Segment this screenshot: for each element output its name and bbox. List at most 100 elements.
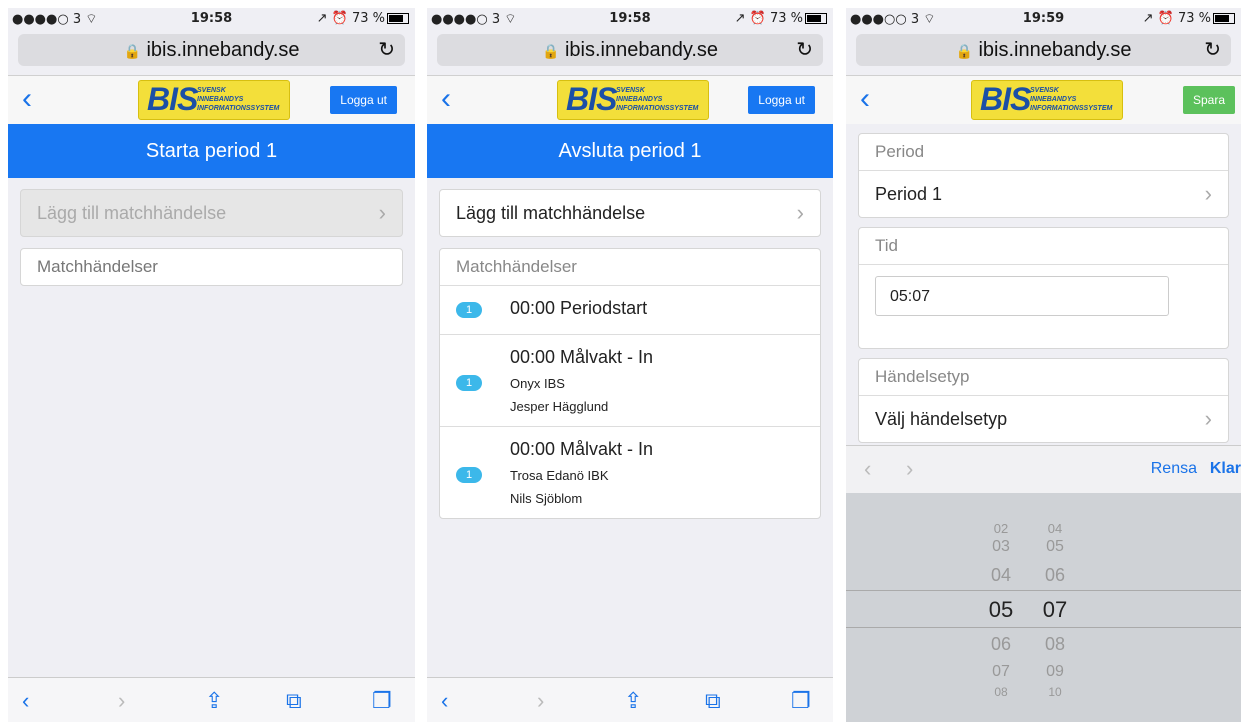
tabs-icon[interactable]: ❐ [372,688,392,714]
reload-icon[interactable]: ↻ [796,34,813,66]
done-button[interactable]: Klar [1210,460,1241,478]
end-period-button[interactable]: Avsluta period 1 [427,124,833,178]
share-icon[interactable]: ⇪ [624,688,642,714]
app-header: ‹ BIS SVENSK INNEBANDYS INFORMATIONSSYSTEM… [8,75,415,124]
status-bar: ●●●●○ 3 ⌔ 19:58 ↗ ⏰ 73 % [8,8,415,30]
chevron-right-icon: › [1204,181,1212,206]
forward-arrow-icon[interactable]: › [537,688,544,714]
url-text: ibis.innebandy.se [146,39,300,61]
address-bar[interactable]: 🔒 ibis.innebandy.se ↻ [437,34,823,66]
events-card: Matchhändelser 1 00:00 Periodstart 1 00:… [439,248,821,519]
logout-button[interactable]: Logga ut [330,86,397,114]
chevron-right-icon: › [378,200,386,225]
previous-field-icon[interactable]: ‹ [864,456,871,482]
status-right: ↗ ⏰ 73 % [317,11,409,26]
bis-logo: BIS SVENSK INNEBANDYS INFORMATIONSSYSTEM [557,80,709,120]
event-type-card: Händelsetyp Välj händelsetyp › [858,358,1229,443]
list-item[interactable]: 1 00:00 Periodstart [440,286,820,335]
save-button[interactable]: Spara [1182,86,1235,114]
event-type-header: Händelsetyp [859,359,1228,396]
period-badge: 1 [456,375,482,391]
time-card: Tid 05:07 [858,227,1229,349]
picker-second-selected: 07 [1042,597,1068,622]
reload-icon[interactable]: ↻ [378,34,395,66]
period-select[interactable]: Period 1 › [859,171,1228,217]
safari-toolbar: ‹ › ⇪ ⧉ ❐ [8,677,415,722]
status-right: ↗ ⏰ 73 % [1143,11,1235,26]
picker-minute: 07 [992,663,1010,680]
add-event-row[interactable]: Lägg till matchhändelse › [20,189,403,237]
safari-toolbar: ‹ › ⇪ ⧉ ❐ [427,677,833,722]
lock-icon: 🔒 [123,43,141,59]
picker-second: 10 [1048,685,1062,699]
share-icon[interactable]: ⇪ [205,688,223,714]
picker-minute: 08 [994,685,1008,699]
picker-second: 06 [1044,565,1066,585]
phone-screen-new-event: ●●●○○ 3 ⌔ 19:59 ↗ ⏰ 73 % 🔒 ibis.inneband… [846,0,1241,722]
time-header: Tid [859,228,1228,265]
time-picker-wheel[interactable]: 02 03 04 05 06 07 08 04 05 06 07 08 09 1… [846,493,1241,722]
top-crop [846,0,1241,8]
next-field-icon[interactable]: › [906,456,913,482]
add-event-label: Lägg till matchhändelse [37,203,227,223]
event-type-value: Välj händelsetyp [875,409,1008,429]
chevron-right-icon: › [1204,406,1212,431]
events-header: Matchhändelser [440,249,820,286]
period-card: Period Period 1 › [858,133,1229,218]
tabs-icon[interactable]: ❐ [791,688,811,714]
address-bar[interactable]: 🔒 ibis.innebandy.se ↻ [856,34,1231,66]
keyboard-accessory-bar: ‹ › Rensa Klar [846,445,1241,494]
url-text: ibis.innebandy.se [564,39,719,61]
picker-minute: 04 [990,565,1012,585]
back-chevron-icon[interactable]: ‹ [860,82,870,116]
battery-icon [387,13,409,24]
picker-second: 08 [1044,634,1066,654]
forward-arrow-icon[interactable]: › [118,688,125,714]
logout-button[interactable]: Logga ut [748,86,815,114]
lock-icon: 🔒 [541,43,560,59]
list-item[interactable]: 1 00:00 Målvakt - In Onyx IBS Jesper Häg… [440,335,820,427]
battery-percent: ↗ ⏰ 73 % [734,11,803,26]
event-player: Nils Sjöblom [510,491,583,506]
start-period-button[interactable]: Starta period 1 [8,124,415,178]
event-type-select[interactable]: Välj händelsetyp › [859,396,1228,442]
clear-button[interactable]: Rensa [1151,460,1197,478]
reload-icon[interactable]: ↻ [1204,34,1221,66]
back-chevron-icon[interactable]: ‹ [22,82,32,116]
bis-logo: BIS SVENSK INNEBANDYS INFORMATIONSSYSTEM [138,80,290,120]
top-crop [427,0,833,8]
back-arrow-icon[interactable]: ‹ [441,688,448,714]
bookmarks-icon[interactable]: ⧉ [705,688,721,714]
status-bar: ●●●●○ 3 ⌔ 19:58 ↗ ⏰ 73 % [427,8,833,30]
period-badge: 1 [456,302,482,318]
picker-minute: 03 [992,538,1010,555]
picker-second: 09 [1046,663,1064,680]
bis-logo: BIS SVENSK INNEBANDYS INFORMATIONSSYSTEM [971,80,1123,120]
bookmarks-icon[interactable]: ⧉ [286,688,302,714]
period-header: Period [859,134,1228,171]
time-input[interactable]: 05:07 [875,276,1169,316]
period-value: Period 1 [875,184,943,204]
picker-minute: 06 [990,634,1012,654]
picker-minute: 02 [993,521,1009,536]
battery-percent: ↗ ⏰ 73 % [1142,11,1211,26]
events-card: Matchhändelser [20,248,403,286]
event-team: Trosa Edanö IBK [510,468,609,483]
events-header: Matchhändelser [37,257,158,276]
phone-screen-start: ●●●●○ 3 ⌔ 19:58 ↗ ⏰ 73 % 🔒 ibis.inneband… [8,0,415,722]
back-arrow-icon[interactable]: ‹ [22,688,29,714]
event-title: 00:00 Målvakt - In [510,439,654,459]
period-badge: 1 [456,467,482,483]
add-event-label: Lägg till matchhändelse [456,203,646,223]
back-chevron-icon[interactable]: ‹ [441,82,451,116]
battery-icon [1213,13,1235,24]
battery-percent: ↗ ⏰ 73 % [316,11,385,26]
add-event-row[interactable]: Lägg till matchhändelse › [439,189,821,237]
list-item[interactable]: 1 00:00 Målvakt - In Trosa Edanö IBK Nil… [440,427,820,518]
event-title: 00:00 Periodstart [510,298,648,318]
event-title: 00:00 Målvakt - In [510,347,654,367]
top-crop [8,0,415,8]
picker-minute-selected: 05 [988,597,1014,622]
event-player: Jesper Hägglund [510,399,609,414]
address-bar[interactable]: 🔒 ibis.innebandy.se ↻ [18,34,405,66]
